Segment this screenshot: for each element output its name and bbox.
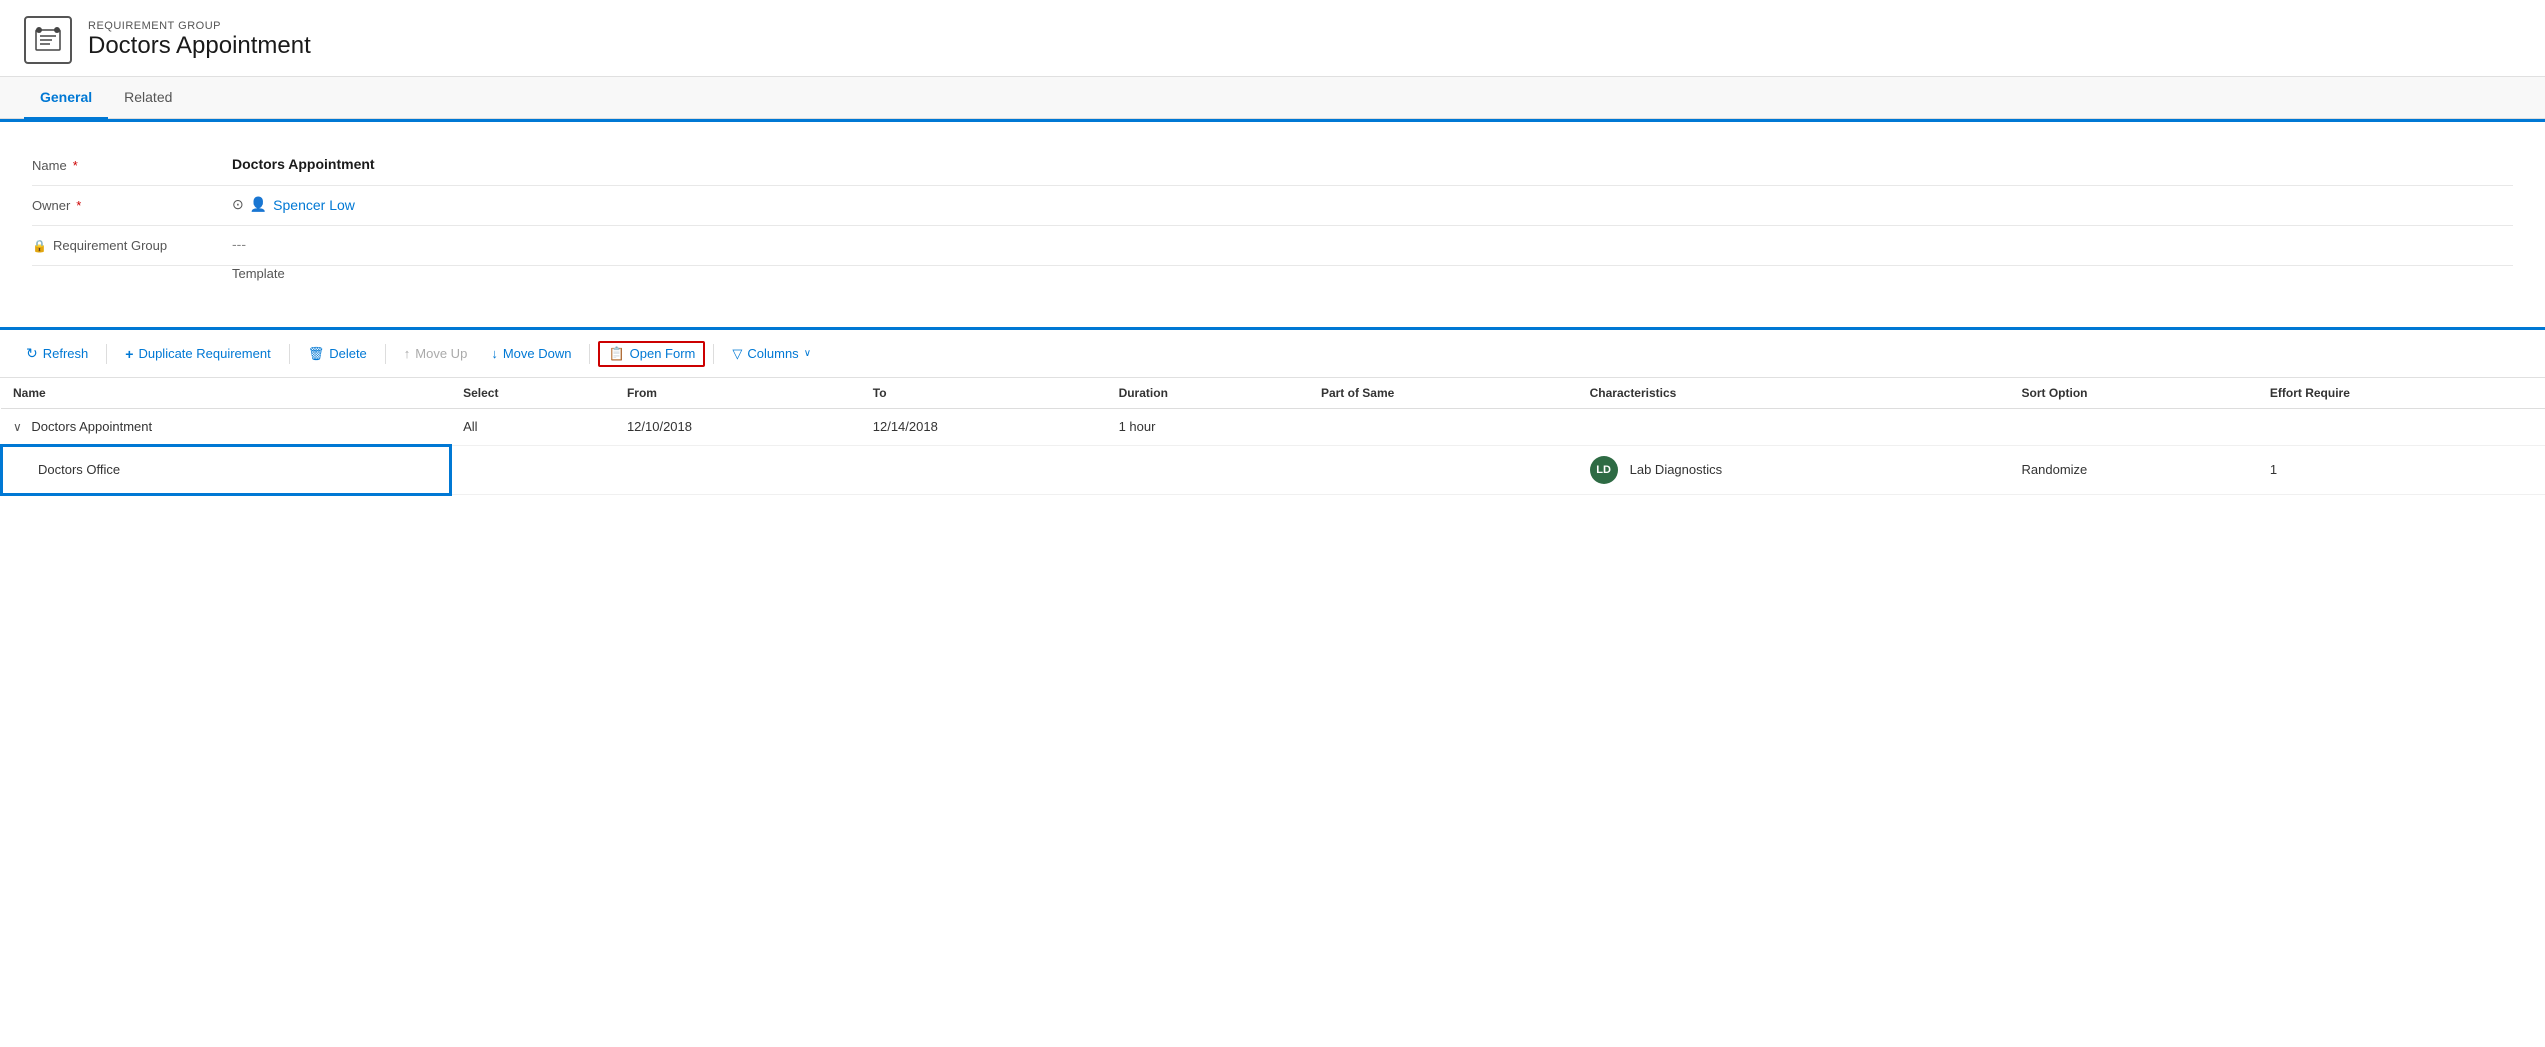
tab-related[interactable]: Related <box>108 77 188 119</box>
move-down-button[interactable]: ↓ Move Down <box>481 341 581 366</box>
cell-from <box>615 445 861 495</box>
col-header-characteristics: Characteristics <box>1578 378 2010 409</box>
cell-part-of-same <box>1309 409 1578 446</box>
value-owner[interactable]: ⊙ 👤 Spencer Low <box>232 196 2513 213</box>
refresh-button[interactable]: ↻ Refresh <box>16 340 98 367</box>
data-grid: Name Select From To Duration Part of Sam… <box>0 378 2545 496</box>
lock-icon: 🔒 <box>32 239 47 253</box>
value-template: --- <box>232 236 2513 252</box>
cell-select <box>451 445 615 495</box>
separator <box>106 344 107 364</box>
template-sublabel: Template <box>32 266 2513 287</box>
col-header-to: To <box>861 378 1107 409</box>
separator <box>589 344 590 364</box>
tab-general[interactable]: General <box>24 77 108 119</box>
table-row[interactable]: ∨ Doctors Appointment All 12/10/2018 12/… <box>1 409 2545 446</box>
form-row-name: Name * Doctors Appointment <box>32 146 2513 186</box>
arrow-up-icon: ↑ <box>404 346 411 361</box>
cell-select: All <box>451 409 615 446</box>
expand-icon[interactable]: ∨ <box>13 420 22 434</box>
cell-effort-required <box>2258 409 2545 446</box>
columns-button[interactable]: ▽ Columns ∨ <box>722 341 821 367</box>
open-form-button[interactable]: 📋 Open Form <box>598 341 705 367</box>
duplicate-button[interactable]: + Duplicate Requirement <box>115 341 280 367</box>
move-up-button[interactable]: ↑ Move Up <box>394 341 478 366</box>
refresh-icon: ↻ <box>26 345 38 362</box>
cell-sort-option: Randomize <box>2010 445 2258 495</box>
cell-to: 12/14/2018 <box>861 409 1107 446</box>
page-header: REQUIREMENT GROUP Doctors Appointment <box>0 0 2545 77</box>
table-header-row: Name Select From To Duration Part of Sam… <box>1 378 2545 409</box>
separator <box>385 344 386 364</box>
characteristics-label: Lab Diagnostics <box>1630 462 1723 477</box>
owner-circle-icon: ⊙ <box>232 196 244 213</box>
cell-part-of-same <box>1309 445 1578 495</box>
label-template: 🔒 Requirement Group <box>32 236 232 253</box>
grid-section: ↻ Refresh + Duplicate Requirement 🗑 Dele… <box>0 327 2545 496</box>
entity-icon <box>24 16 72 64</box>
form-icon: 📋 <box>608 346 624 362</box>
col-header-select: Select <box>451 378 615 409</box>
required-indicator: * <box>73 158 78 173</box>
delete-button[interactable]: 🗑 Delete <box>298 341 377 367</box>
cell-characteristics <box>1578 409 2010 446</box>
cell-sort-option <box>2010 409 2258 446</box>
col-header-from: From <box>615 378 861 409</box>
tab-bar: General Related <box>0 77 2545 119</box>
arrow-down-icon: ↓ <box>491 346 498 361</box>
table-row[interactable]: Doctors Office LD Lab Diagnostics Random… <box>1 445 2545 495</box>
cell-name: ∨ Doctors Appointment <box>1 409 451 446</box>
cell-characteristics: LD Lab Diagnostics <box>1578 446 2010 495</box>
cell-duration: 1 hour <box>1107 409 1309 446</box>
chevron-down-icon: ∨ <box>804 348 811 359</box>
cell-effort-required: 1 <box>2258 445 2545 495</box>
required-indicator: * <box>76 198 81 213</box>
cell-from: 12/10/2018 <box>615 409 861 446</box>
header-text: REQUIREMENT GROUP Doctors Appointment <box>88 20 311 60</box>
col-header-part-of-same: Part of Same <box>1309 378 1578 409</box>
header-subtitle: REQUIREMENT GROUP <box>88 20 311 32</box>
cell-to <box>861 445 1107 495</box>
col-header-sort-option: Sort Option <box>2010 378 2258 409</box>
filter-icon: ▽ <box>732 346 742 362</box>
separator <box>713 344 714 364</box>
form-row-owner: Owner * ⊙ 👤 Spencer Low <box>32 186 2513 226</box>
requirements-table: Name Select From To Duration Part of Sam… <box>0 378 2545 496</box>
col-header-effort-required: Effort Require <box>2258 378 2545 409</box>
value-name[interactable]: Doctors Appointment <box>232 156 2513 172</box>
plus-icon: + <box>125 346 133 362</box>
cell-duration <box>1107 445 1309 495</box>
ld-badge: LD <box>1590 456 1618 484</box>
header-title: Doctors Appointment <box>88 32 311 60</box>
form-section: Name * Doctors Appointment Owner * ⊙ 👤 S… <box>0 119 2545 311</box>
trash-icon: 🗑 <box>308 346 325 362</box>
label-name: Name * <box>32 156 232 173</box>
label-owner: Owner * <box>32 196 232 213</box>
grid-toolbar: ↻ Refresh + Duplicate Requirement 🗑 Dele… <box>0 330 2545 378</box>
form-row-template: 🔒 Requirement Group --- <box>32 226 2513 266</box>
col-header-duration: Duration <box>1107 378 1309 409</box>
cell-name[interactable]: Doctors Office <box>1 445 451 495</box>
owner-person-icon: 👤 <box>250 196 267 213</box>
separator <box>289 344 290 364</box>
col-header-name: Name <box>1 378 451 409</box>
